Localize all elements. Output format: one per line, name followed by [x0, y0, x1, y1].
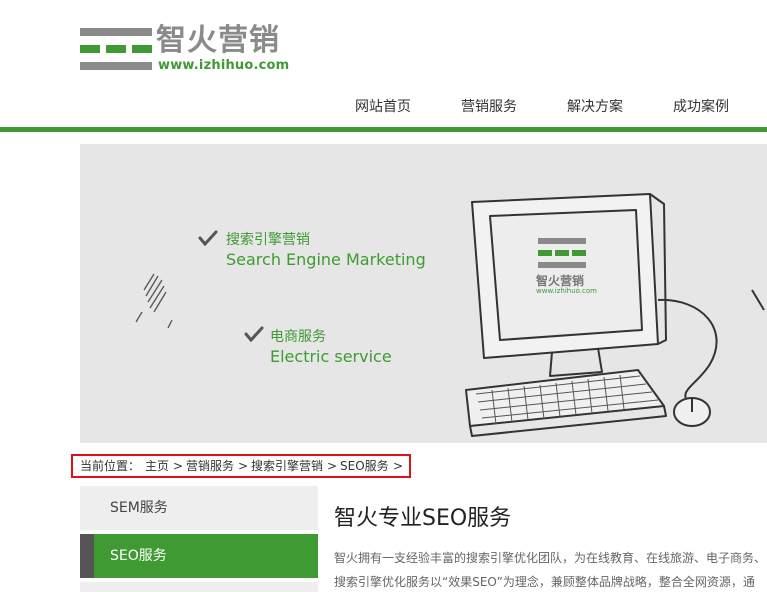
breadcrumb-item-sem[interactable]: 搜索引擎营销 — [251, 456, 323, 476]
check-icon — [198, 230, 218, 246]
intro-paragraph-line-2: 搜索引擎优化服务以“效果SEO”为理念，兼顾整体品牌战略，整合全网资源，通 — [334, 575, 755, 589]
feature-2-title-en: Electric service — [270, 347, 392, 366]
feature-1-title-en: Search Engine Marketing — [226, 250, 426, 269]
feature-1-title-cn: 搜索引擎营销 — [226, 232, 310, 248]
logo-text-cn: 智火营销 — [156, 23, 280, 58]
feature-2-title-cn: 电商服务 — [270, 329, 326, 345]
breadcrumb-separator: > — [327, 459, 338, 473]
page-title: 智火专业SEO服务 — [334, 506, 512, 531]
breadcrumb-item-seo[interactable]: SEO服务 — [340, 456, 389, 476]
hero-banner: 搜索引擎营销 Search Engine Marketing 电商服务 Elec… — [80, 144, 767, 443]
intro-paragraph-line-1: 智火拥有一支经验丰富的搜索引擎优化团队，为在线教育、在线旅游、电子商务、 — [334, 551, 767, 565]
header-divider — [0, 127, 767, 132]
nav-item-solutions[interactable]: 解决方案 — [567, 96, 623, 116]
breadcrumb-separator: > — [238, 459, 249, 473]
breadcrumb-separator: > — [393, 459, 404, 473]
logo-mark-icon — [80, 28, 152, 72]
nav-item-cases[interactable]: 成功案例 — [673, 96, 729, 116]
breadcrumb-item-marketing-services[interactable]: 营销服务 — [186, 456, 234, 476]
sketch-hatch-decoration — [135, 273, 173, 329]
side-menu-item-seo-active[interactable]: SEO服务 — [80, 534, 318, 578]
main-nav: 网站首页 营销服务 解决方案 成功案例 — [330, 96, 767, 118]
breadcrumb: 当前位置： 主页 > 营销服务 > 搜索引擎营销 > SEO服务 > — [71, 454, 411, 478]
breadcrumb-item-home[interactable]: 主页 — [145, 456, 169, 476]
breadcrumb-prefix: 当前位置： — [80, 459, 141, 473]
breadcrumb-separator: > — [173, 459, 184, 473]
nav-item-marketing-services[interactable]: 营销服务 — [461, 96, 517, 116]
computer-sketch-illustration — [465, 193, 765, 437]
site-logo[interactable]: 智火营销 www.izhihuo.com — [80, 24, 310, 76]
side-menu-item-sem[interactable]: SEM服务 — [80, 486, 318, 530]
side-menu-item-next[interactable] — [80, 582, 318, 592]
screen-logo-url: www.izhihuo.com — [536, 287, 597, 295]
logo-url-text: www.izhihuo.com — [158, 58, 290, 73]
check-icon — [244, 326, 264, 342]
nav-item-home[interactable]: 网站首页 — [355, 96, 411, 116]
